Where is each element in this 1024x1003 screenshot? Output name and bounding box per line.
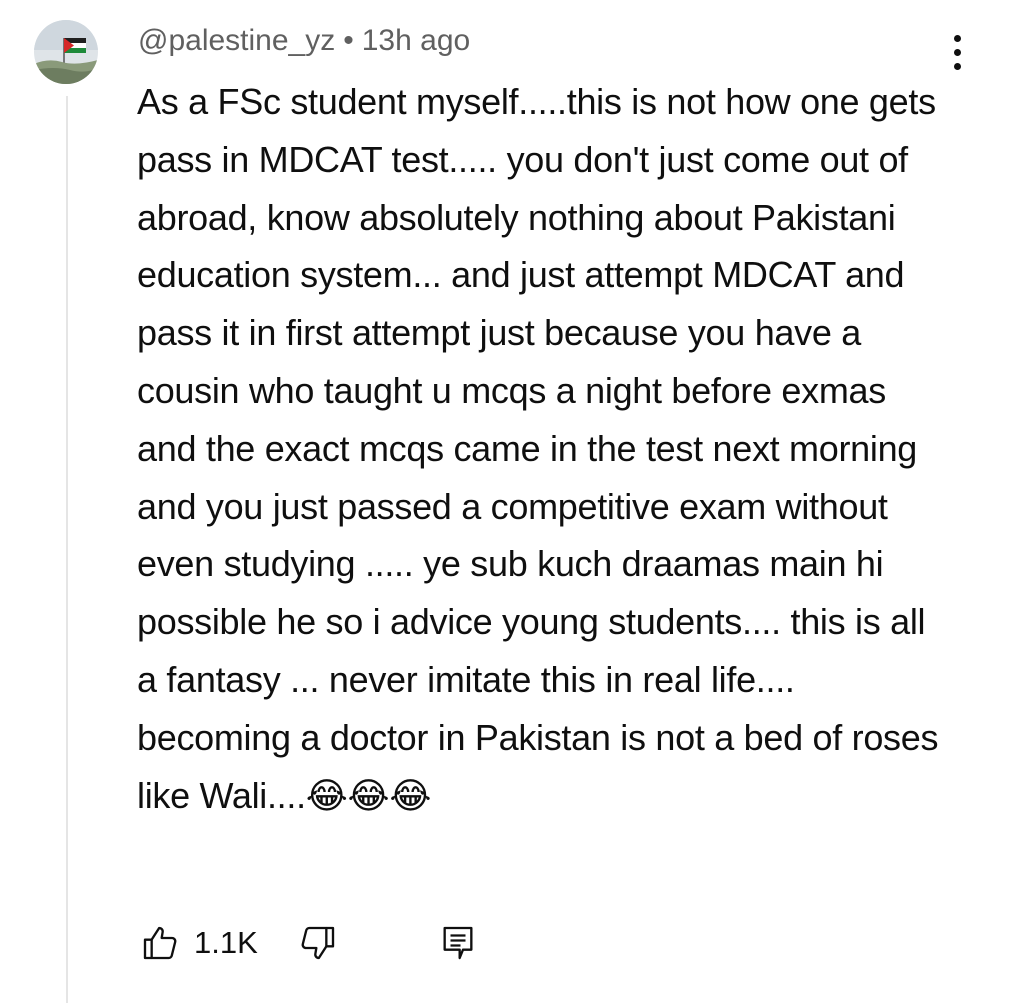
- menu-dot: [953, 34, 961, 42]
- comment-reply-icon: [443, 926, 473, 960]
- comment-text: As a FSc student myself.....this is not …: [137, 81, 948, 816]
- comment-time: 13h ago: [361, 24, 471, 57]
- like-button[interactable]: [138, 921, 182, 965]
- more-options-button[interactable]: [935, 30, 979, 74]
- menu-dot: [953, 62, 961, 70]
- meta-separator: •: [343, 24, 354, 57]
- avatar[interactable]: [34, 20, 98, 84]
- like-count: 1.1K: [194, 925, 258, 960]
- thumb-down-icon: [301, 926, 334, 960]
- thread-line: [66, 96, 68, 1003]
- thumb-up-icon: [143, 926, 177, 960]
- dislike-button[interactable]: [296, 921, 340, 965]
- comment-actions: 1.1K: [138, 915, 478, 971]
- author-handle[interactable]: @palestine_yz: [138, 24, 335, 57]
- reply-button[interactable]: [438, 921, 478, 965]
- comment-meta: @palestine_yz • 13h ago: [138, 22, 470, 60]
- menu-dot: [953, 48, 961, 56]
- palestine-flag-avatar-icon: [34, 20, 98, 84]
